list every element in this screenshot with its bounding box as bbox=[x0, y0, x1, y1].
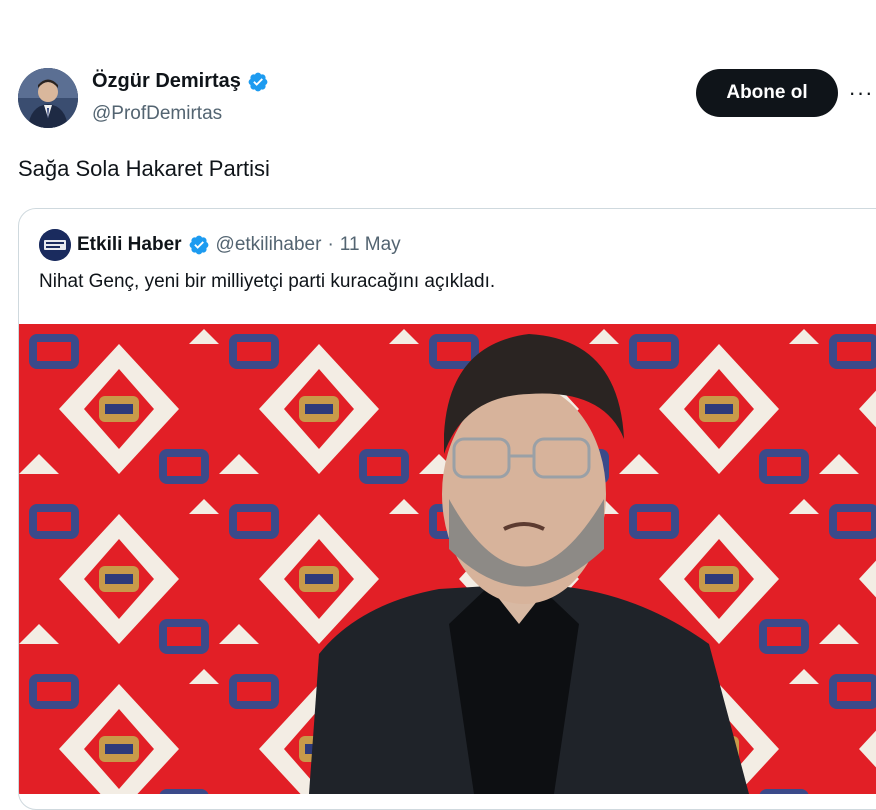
quoted-author-handle[interactable]: @etkilihaber bbox=[216, 234, 322, 256]
quoted-tweet-text: Nihat Genç, yeni bir milliyetçi parti ku… bbox=[39, 271, 496, 292]
quoted-separator: · bbox=[327, 234, 334, 255]
author-display-name[interactable]: Özgür Demirtaş bbox=[92, 70, 241, 93]
tweet-text: Sağa Sola Hakaret Partisi bbox=[18, 156, 270, 181]
more-options-icon: ··· bbox=[848, 80, 874, 105]
quoted-author-logo bbox=[39, 229, 71, 261]
quoted-verified-badge-icon bbox=[189, 235, 208, 255]
quoted-date[interactable]: 11 May bbox=[340, 234, 401, 256]
quoted-author-name[interactable]: Etkili Haber bbox=[77, 234, 182, 256]
follow-button[interactable]: Abone ol bbox=[696, 69, 838, 117]
quoted-author-avatar[interactable] bbox=[39, 229, 71, 261]
quoted-tweet-card[interactable]: Etkili Haber @etkilihaber · 11 May Nihat… bbox=[18, 208, 876, 810]
quoted-tweet-photo[interactable] bbox=[19, 324, 876, 794]
verified-badge-icon bbox=[248, 72, 268, 91]
photo-illustration bbox=[19, 324, 876, 794]
author-handle[interactable]: @ProfDemirtas bbox=[92, 103, 222, 125]
more-options-button[interactable]: ··· bbox=[846, 78, 876, 108]
quoted-tweet-header: Etkili Haber @etkilihaber · 11 May bbox=[39, 229, 401, 261]
author-avatar[interactable] bbox=[18, 68, 78, 128]
author-avatar-image bbox=[18, 68, 78, 128]
author-name-row: Özgür Demirtaş bbox=[92, 70, 269, 93]
